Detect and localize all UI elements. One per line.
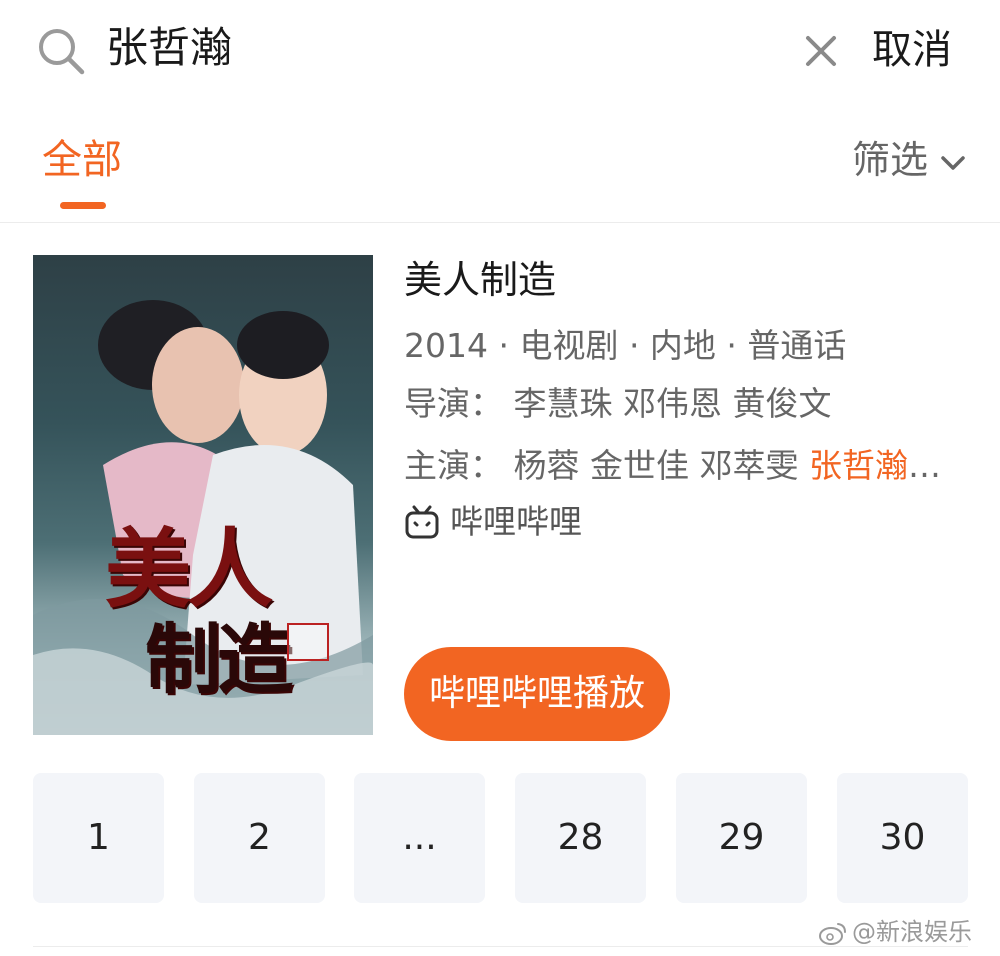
- watermark: @新浪娱乐: [818, 916, 972, 948]
- episode-button[interactable]: 1: [33, 773, 164, 903]
- episode-more-button[interactable]: ...: [354, 773, 485, 903]
- poster-title-line2: 制造: [145, 615, 293, 704]
- poster-title-art: 美人 制造: [105, 525, 293, 705]
- poster-seal: [287, 623, 329, 661]
- filter-button[interactable]: 筛选: [852, 132, 928, 188]
- episode-list: 1 2 ... 28 29 30: [33, 773, 968, 903]
- cast-highlight: 张哲瀚: [808, 446, 908, 485]
- cast-ellipsis: …: [907, 446, 941, 485]
- show-cast: 主演： 杨蓉 金世佳 邓萃雯 张哲瀚…: [404, 443, 941, 489]
- cast-list: 主演： 杨蓉 金世佳 邓萃雯: [404, 446, 809, 485]
- episode-button[interactable]: 29: [676, 773, 807, 903]
- episode-button[interactable]: 30: [837, 773, 968, 903]
- play-button[interactable]: 哔哩哔哩播放: [404, 647, 670, 741]
- cancel-button[interactable]: 取消: [872, 20, 952, 80]
- show-poster[interactable]: 美人 制造: [33, 255, 373, 735]
- watermark-text: @新浪娱乐: [852, 918, 972, 946]
- show-meta: 2014 · 电视剧 · 内地 · 普通话: [404, 326, 847, 365]
- search-bar: 张哲瀚 取消: [0, 0, 1000, 100]
- search-input[interactable]: 张哲瀚: [106, 18, 232, 78]
- tab-active-indicator: [60, 202, 106, 209]
- bilibili-tv-icon: [405, 505, 439, 539]
- close-icon[interactable]: [802, 32, 840, 70]
- poster-title-line1: 美人: [105, 519, 273, 620]
- platform-name: 哔哩哔哩: [450, 502, 582, 541]
- weibo-logo-icon: [819, 923, 846, 945]
- show-directors: 导演： 李慧珠 邓伟恩 黄俊文: [404, 384, 832, 423]
- episode-button[interactable]: 2: [194, 773, 325, 903]
- episode-button[interactable]: 28: [515, 773, 646, 903]
- chevron-down-icon[interactable]: [940, 150, 966, 176]
- show-title[interactable]: 美人制造: [404, 255, 556, 305]
- search-icon: [39, 29, 85, 75]
- tab-all[interactable]: 全部: [42, 132, 122, 188]
- result-tabs: 全部 筛选: [0, 110, 1000, 223]
- search-results-page: 张哲瀚 取消 全部 筛选 美人 制造 美人制造 2014 · 电视剧 · 内地 …: [0, 0, 1000, 956]
